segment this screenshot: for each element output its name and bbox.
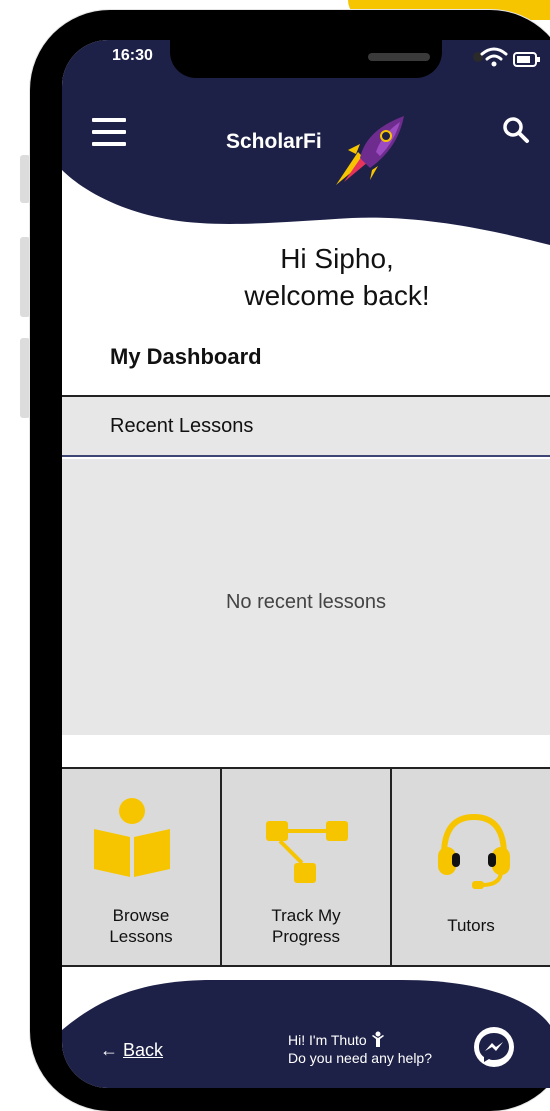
messenger-icon	[479, 1033, 509, 1062]
headset-icon	[438, 813, 510, 889]
dashboard-title: My Dashboard	[110, 344, 262, 369]
hamburger-menu-button[interactable]	[92, 118, 126, 146]
help-greeting: Hi! I'm Thuto	[288, 1032, 367, 1048]
tile-label-line: Browse	[112, 906, 170, 925]
back-link[interactable]: ← Back	[100, 1040, 163, 1061]
app-screen: 16:30 ScholarFi Hi Sipho, welcome back! …	[62, 40, 550, 1088]
app-name: ScholarFi	[226, 130, 322, 153]
welcome-greeting: Hi Sipho, welcome back!	[152, 240, 522, 314]
tile-label: Track My Progress	[222, 905, 390, 947]
reader-book-icon	[94, 798, 170, 877]
rocket-icon	[336, 116, 404, 185]
tutors-tile[interactable]: Tutors	[392, 769, 550, 965]
back-label: Back	[123, 1040, 164, 1060]
phone-volume-up-button	[20, 237, 30, 317]
track-progress-tile[interactable]: Track My Progress	[222, 769, 392, 965]
flow-progress-icon	[266, 821, 348, 883]
tile-label-line: Progress	[271, 927, 341, 946]
phone-silent-switch	[20, 155, 30, 203]
mascot-icon	[371, 1031, 384, 1047]
wifi-icon	[480, 47, 508, 67]
recent-lessons-header[interactable]: Recent Lessons	[62, 395, 550, 457]
recent-lessons-panel: No recent lessons	[62, 459, 550, 735]
search-icon	[503, 117, 529, 143]
menu-bar	[92, 142, 126, 146]
browse-lessons-tile[interactable]: Browse Lessons	[62, 769, 222, 965]
help-prompt[interactable]: Hi! I'm Thuto Do you need any help?	[288, 1031, 432, 1067]
greeting-line-1: Hi Sipho,	[280, 243, 394, 274]
tile-label: Browse Lessons	[62, 905, 220, 947]
menu-bar	[92, 130, 126, 134]
tile-label-line: Track My	[271, 906, 341, 925]
menu-bar	[92, 118, 126, 122]
messenger-chat-button[interactable]	[474, 1027, 514, 1067]
app-logo: ScholarFi	[226, 110, 426, 190]
status-time: 16:30	[112, 47, 153, 64]
search-button[interactable]	[502, 116, 530, 144]
battery-icon	[513, 52, 540, 67]
help-question: Do you need any help?	[288, 1050, 432, 1066]
tile-label: Tutors	[447, 916, 495, 935]
status-icons	[476, 45, 546, 69]
arrow-left-icon: ←	[100, 1040, 118, 1060]
phone-notch	[170, 40, 483, 78]
phone-volume-down-button	[20, 338, 30, 418]
recent-lessons-label: Recent Lessons	[110, 415, 254, 437]
tile-label-line: Lessons	[109, 927, 173, 946]
speaker-grille	[368, 53, 430, 61]
empty-state-message: No recent lessons	[225, 591, 387, 613]
greeting-line-2: welcome back!	[244, 280, 430, 311]
quick-actions: Browse Lessons Track My Progress Tutors	[62, 767, 550, 967]
